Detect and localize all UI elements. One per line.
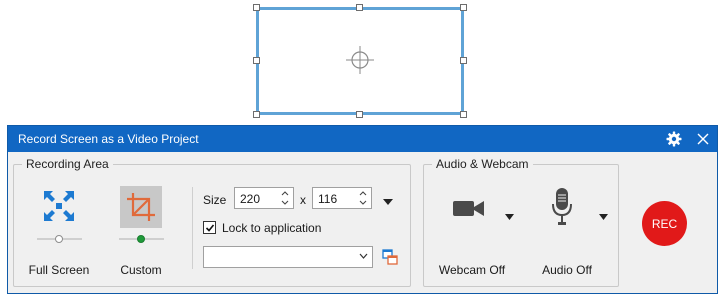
record-button[interactable]: REC: [642, 201, 687, 246]
custom-slider[interactable]: [119, 233, 164, 245]
recording-area-legend: Recording Area: [22, 157, 113, 171]
crosshair-icon[interactable]: [345, 45, 375, 75]
select-window-icon: [382, 249, 398, 265]
webcam-button[interactable]: [451, 195, 487, 221]
resize-handle-bottom-left[interactable]: [253, 111, 260, 118]
height-up-button[interactable]: [357, 189, 369, 198]
dimension-separator: x: [300, 193, 306, 207]
size-presets-dropdown[interactable]: [383, 194, 395, 205]
height-spinbox[interactable]: 116: [312, 187, 372, 209]
height-down-button[interactable]: [357, 198, 369, 207]
caret-down-icon: [599, 214, 608, 220]
webcam-icon: [453, 201, 484, 216]
caret-down-icon: [383, 199, 393, 205]
slider-thumb[interactable]: [137, 235, 145, 243]
size-label: Size: [203, 193, 227, 207]
audio-button[interactable]: [550, 186, 574, 228]
audio-label: Audio Off: [542, 263, 592, 277]
webcam-options-dropdown[interactable]: [505, 209, 516, 220]
settings-button[interactable]: [665, 130, 683, 148]
slider-thumb[interactable]: [55, 235, 63, 243]
custom-label: Custom: [120, 263, 162, 277]
resize-handle-bottom[interactable]: [356, 111, 363, 118]
close-icon: [697, 133, 709, 145]
full-screen-slider[interactable]: [37, 233, 82, 245]
checkmark-icon: [205, 223, 214, 232]
width-spinbox[interactable]: 220: [234, 187, 294, 209]
close-button[interactable]: [694, 130, 712, 148]
width-down-button[interactable]: [279, 198, 291, 207]
title-bar: Record Screen as a Video Project: [8, 126, 717, 152]
fullscreen-icon: [44, 191, 74, 221]
chevron-down-icon: [359, 200, 367, 205]
width-value: 220: [240, 192, 261, 206]
caret-down-icon: [505, 214, 514, 220]
audio-webcam-legend: Audio & Webcam: [432, 157, 533, 171]
resize-handle-top-right[interactable]: [460, 4, 467, 11]
resize-handle-left[interactable]: [253, 57, 260, 64]
resize-handle-top-left[interactable]: [253, 4, 260, 11]
height-value: 116: [318, 192, 338, 206]
resize-handle-right[interactable]: [460, 57, 467, 64]
webcam-label: Webcam Off: [438, 263, 506, 277]
chevron-up-icon: [281, 191, 289, 196]
gear-icon: [666, 131, 682, 147]
width-up-button[interactable]: [279, 189, 291, 198]
lock-to-application-label: Lock to application: [222, 221, 322, 235]
select-window-button[interactable]: [382, 249, 398, 265]
chevron-down-icon: [359, 253, 368, 259]
full-screen-button[interactable]: [39, 186, 79, 226]
microphone-icon: [552, 188, 572, 225]
custom-button[interactable]: [120, 186, 162, 228]
crop-icon: [127, 193, 155, 221]
application-select[interactable]: [203, 246, 373, 268]
audio-options-dropdown[interactable]: [599, 209, 610, 220]
record-button-label: REC: [651, 216, 678, 231]
resize-handle-top[interactable]: [356, 4, 363, 11]
chevron-up-icon: [359, 191, 367, 196]
lock-to-application-checkbox[interactable]: [203, 221, 216, 234]
chevron-down-icon: [281, 200, 289, 205]
resize-handle-bottom-right[interactable]: [460, 111, 467, 118]
full-screen-label: Full Screen: [28, 263, 90, 277]
divider: [192, 187, 193, 269]
window-title: Record Screen as a Video Project: [18, 132, 199, 146]
